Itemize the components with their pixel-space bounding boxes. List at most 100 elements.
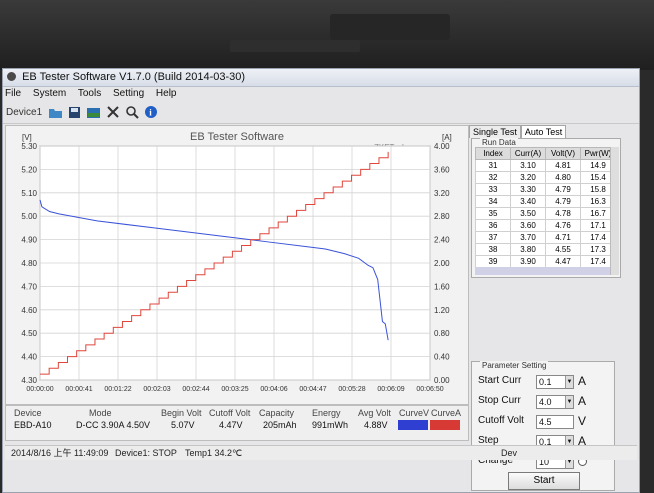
right-axis-unit: [A] xyxy=(442,133,452,142)
cutoff-volt-value: 4.5 xyxy=(539,417,552,427)
stop-curr-select[interactable]: 4.0 ▼ xyxy=(536,395,574,409)
table-cell: 3.90 xyxy=(510,255,546,268)
x-tick: 00:04:06 xyxy=(260,386,287,393)
run-data-group: Run Data Index Curr(A) Volt(V) Pwr(W) 31 3.1… xyxy=(471,138,621,278)
y-tick-right: 4.00 xyxy=(434,142,450,151)
table-row[interactable]: 34 3.40 4.79 16.3 xyxy=(475,195,616,208)
y-tick-right: 1.20 xyxy=(434,306,450,315)
chart-title: EB Tester Software xyxy=(190,131,284,143)
y-tick-right: 2.00 xyxy=(434,259,450,268)
info-capacity-value: 205mAh xyxy=(263,420,297,430)
table-row[interactable]: 35 3.50 4.78 16.7 xyxy=(475,207,616,220)
y-tick-left: 4.60 xyxy=(21,306,37,315)
start-curr-select[interactable]: 0.1 ▼ xyxy=(536,375,574,389)
info-icon[interactable]: i xyxy=(142,104,159,120)
curve-v-swatch[interactable] xyxy=(398,420,428,430)
tab-auto-test[interactable]: Auto Test xyxy=(520,125,567,138)
info-device-value: EBD-A10 xyxy=(14,420,52,430)
table-cell: 3.30 xyxy=(510,183,546,196)
table-cell: 38 xyxy=(475,243,511,256)
cutoff-volt-row: Cutoff Volt 4.5 V xyxy=(478,414,586,429)
info-mode-value: D-CC 3.90A 4.50V xyxy=(76,420,151,430)
x-tick: 00:00:00 xyxy=(26,386,53,393)
stop-curr-unit: A xyxy=(578,394,587,408)
device-label[interactable]: Device1 xyxy=(6,107,42,118)
curve-a-swatch[interactable] xyxy=(430,420,460,430)
x-tick: 00:01:22 xyxy=(104,386,131,393)
y-tick-left: 5.10 xyxy=(21,189,37,198)
table-cell: 37 xyxy=(475,231,511,244)
start-button[interactable]: Start xyxy=(508,472,580,490)
stop-curr-row: Stop Curr 4.0 ▼ A xyxy=(478,394,586,409)
info-curve-v-header: CurveV xyxy=(399,408,430,418)
table-cell: 31 xyxy=(475,159,511,172)
title-bar: EB Tester Software V1.7.0 (Build 2014-03… xyxy=(3,69,639,87)
stop-curr-label: Stop Curr xyxy=(478,395,521,406)
info-mode-header: Mode xyxy=(89,408,112,418)
run-data-vertical-scrollbar[interactable] xyxy=(610,147,619,275)
x-tick: 00:05:28 xyxy=(338,386,365,393)
menu-help[interactable]: Help xyxy=(156,88,177,99)
menu-tools[interactable]: Tools xyxy=(78,88,101,99)
info-begin-volt-header: Begin Volt xyxy=(161,408,202,418)
monitor-bezel xyxy=(0,0,654,70)
chart-image-icon[interactable] xyxy=(85,104,102,120)
info-cutoff-volt-value: 4.47V xyxy=(219,420,243,430)
menu-bar: File System Tools Setting Help xyxy=(3,87,639,101)
table-row[interactable]: 37 3.70 4.71 17.4 xyxy=(475,231,616,244)
run-data-column-header[interactable]: Index xyxy=(475,147,511,160)
table-cell: 4.76 xyxy=(545,219,581,232)
open-folder-icon[interactable] xyxy=(47,104,64,120)
table-row[interactable]: 36 3.60 4.76 17.1 xyxy=(475,219,616,232)
y-tick-right: 3.20 xyxy=(434,189,450,198)
menu-system[interactable]: System xyxy=(33,88,66,99)
menu-file[interactable]: File xyxy=(5,88,21,99)
tab-single-test[interactable]: Single Test xyxy=(469,125,521,138)
info-avg-volt-value: 4.88V xyxy=(364,420,388,430)
table-row[interactable]: 31 3.10 4.81 14.9 xyxy=(475,159,616,172)
window-title: EB Tester Software V1.7.0 (Build 2014-03… xyxy=(22,71,246,83)
table-row[interactable]: 38 3.80 4.55 17.3 xyxy=(475,243,616,256)
info-panel: Device Mode Begin Volt Cutoff Volt Capac… xyxy=(5,405,469,441)
y-tick-right: 0.40 xyxy=(434,353,450,362)
status-datetime: 2014/8/16 上午 11:49:09 xyxy=(11,448,109,458)
app-icon xyxy=(7,72,16,81)
tools-icon[interactable] xyxy=(104,104,121,120)
run-data-column-header[interactable]: Volt(V) xyxy=(545,147,581,160)
save-icon[interactable] xyxy=(66,104,83,120)
table-cell: 4.47 xyxy=(545,255,581,268)
y-tick-left: 4.40 xyxy=(21,353,37,362)
menu-setting[interactable]: Setting xyxy=(113,88,144,99)
y-tick-right: 0.00 xyxy=(434,376,450,385)
table-cell: 33 xyxy=(475,183,511,196)
search-icon[interactable] xyxy=(123,104,140,120)
y-tick-right: 3.60 xyxy=(434,165,450,174)
table-cell: 4.79 xyxy=(545,183,581,196)
info-avg-volt-header: Avg Volt xyxy=(358,408,391,418)
stop-curr-value: 4.0 xyxy=(539,397,552,407)
table-row[interactable]: 39 3.90 4.47 17.4 xyxy=(475,255,616,268)
table-row[interactable]: 33 3.30 4.79 15.8 xyxy=(475,183,616,196)
x-tick: 00:04:47 xyxy=(299,386,326,393)
status-bar: 2014/8/16 上午 11:49:09 Device1: STOP Temp… xyxy=(5,445,637,460)
cutoff-volt-input[interactable]: 4.5 xyxy=(536,415,574,429)
table-cell: 3.40 xyxy=(510,195,546,208)
x-tick: 00:06:09 xyxy=(377,386,404,393)
info-capacity-header: Capacity xyxy=(259,408,295,418)
x-tick: 00:06:50 xyxy=(416,386,443,393)
run-data-column-header[interactable]: Curr(A) xyxy=(510,147,546,160)
y-tick-right: 1.60 xyxy=(434,282,450,291)
y-tick-left: 5.00 xyxy=(21,212,37,221)
table-row[interactable]: 32 3.20 4.80 15.4 xyxy=(475,171,616,184)
y-tick-right: 2.80 xyxy=(434,212,450,221)
run-data-header-row: Index Curr(A) Volt(V) Pwr(W) xyxy=(475,147,616,160)
run-data-horizontal-scrollbar[interactable] xyxy=(475,267,610,275)
x-tick: 00:02:44 xyxy=(182,386,209,393)
start-curr-value: 0.1 xyxy=(539,377,552,387)
monitor-brand-plate xyxy=(230,40,360,52)
table-cell: 3.10 xyxy=(510,159,546,172)
run-data-title: Run Data xyxy=(480,138,518,147)
table-cell: 3.20 xyxy=(510,171,546,184)
tab-bar: Single Test Auto Test xyxy=(469,125,637,138)
y-tick-left: 4.80 xyxy=(21,259,37,268)
